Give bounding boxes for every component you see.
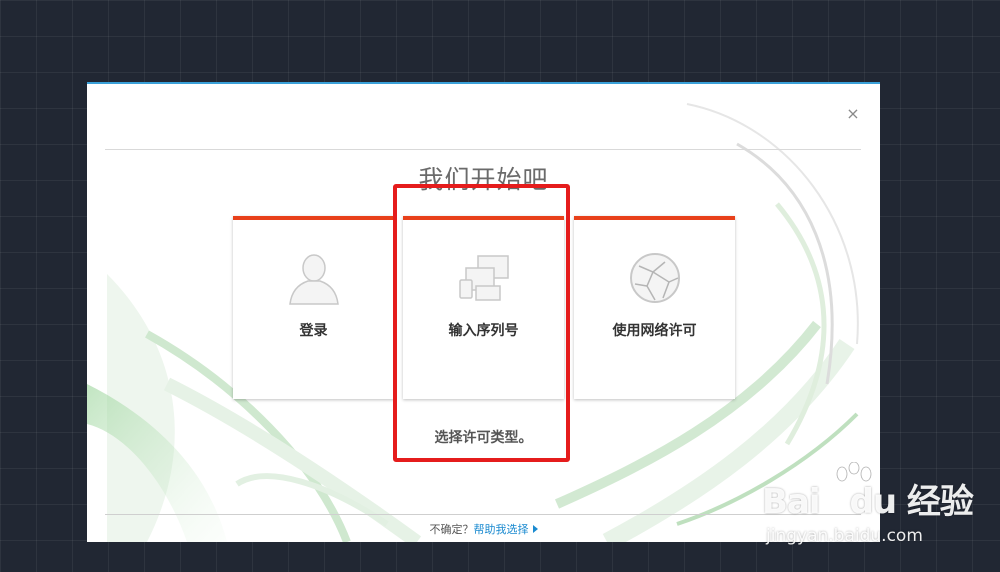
sign-in-label: 登录 <box>299 323 328 339</box>
network-license-label: 使用网络许可 <box>612 323 697 339</box>
play-arrow-icon[interactable] <box>532 525 538 533</box>
help-me-choose-link[interactable]: 帮助我选择 <box>474 523 529 536</box>
user-icon <box>288 254 339 305</box>
close-icon: × <box>846 104 860 123</box>
header-divider <box>105 149 861 150</box>
dialog-footer: 不确定？帮助我选择 <box>87 521 880 537</box>
footer-prefix: 不确定？ <box>429 523 474 536</box>
sign-in-card[interactable]: 登录 <box>233 216 394 399</box>
footer-divider <box>105 514 861 515</box>
network-license-card[interactable]: 使用网络许可 <box>574 216 735 399</box>
annotation-highlight-box <box>393 184 570 462</box>
network-globe-icon <box>629 253 680 303</box>
close-button[interactable]: × <box>845 106 861 122</box>
